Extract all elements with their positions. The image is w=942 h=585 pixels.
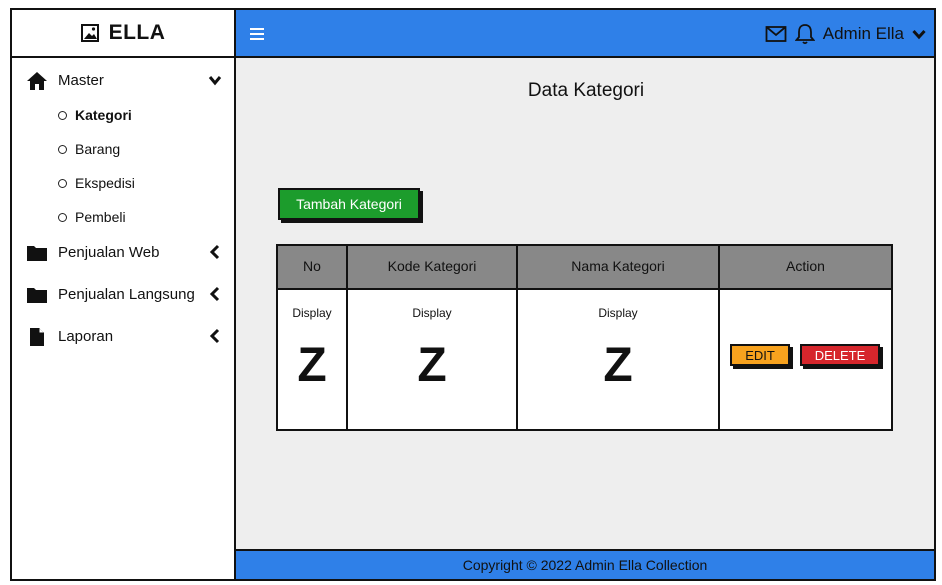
sidebar-nav: Master Kategori Barang Ekspedisi Pembeli xyxy=(12,68,234,350)
chevron-left-icon xyxy=(209,286,220,302)
cell-placeholder-text: Display xyxy=(412,306,452,320)
folder-icon xyxy=(27,246,47,261)
column-header: Nama Kategori xyxy=(571,258,665,274)
sidebar-subitem-pembeli[interactable]: Pembeli xyxy=(12,200,234,234)
sidebar-subitem-kategori[interactable]: Kategori xyxy=(12,98,234,132)
circle-icon xyxy=(58,110,67,120)
cell-placeholder-text: Display xyxy=(598,306,638,320)
edit-button[interactable]: EDIT xyxy=(730,344,790,366)
page-title: Data Kategori xyxy=(527,80,645,101)
top-bar: Admin Ella xyxy=(236,8,936,58)
main-content: Data Kategori Tambah Kategori No Display… xyxy=(236,58,936,549)
chevron-left-icon xyxy=(209,244,220,260)
sidebar-item-label: Laporan xyxy=(58,328,114,345)
column-header: Action xyxy=(786,258,825,274)
copyright-text: Copyright © 2022 Admin Ella Collection xyxy=(462,557,708,573)
cell-placeholder-big: Z xyxy=(603,339,633,392)
brand-title: ELLA xyxy=(108,21,166,44)
sidebar-item-penjualan-langsung[interactable]: Penjualan Langsung xyxy=(12,282,234,308)
top-bar-actions: Admin Ella xyxy=(765,20,926,48)
sidebar-item-label: Penjualan Langsung xyxy=(58,286,195,303)
circle-icon xyxy=(58,212,67,222)
sidebar-subitem-label: Barang xyxy=(75,141,121,157)
sidebar-item-label: Penjualan Web xyxy=(58,244,160,261)
sidebar-subitem-label: Ekspedisi xyxy=(75,175,135,191)
cell-placeholder-big: Z xyxy=(297,339,327,392)
chevron-down-icon xyxy=(208,76,222,86)
category-table: No Display Z Kode Kategori Display Z Nam… xyxy=(276,244,893,431)
table-column-no: No Display Z xyxy=(278,246,348,429)
table-column-nama-kategori: Nama Kategori Display Z xyxy=(518,246,720,429)
table-column-kode-kategori: Kode Kategori Display Z xyxy=(348,246,518,429)
circle-icon xyxy=(58,178,67,188)
chevron-left-icon xyxy=(209,328,220,344)
sidebar-subitem-ekspedisi[interactable]: Ekspedisi xyxy=(12,166,234,200)
sidebar-subitem-label: Pembeli xyxy=(75,209,126,225)
sidebar-item-laporan[interactable]: Laporan xyxy=(12,324,234,350)
home-icon xyxy=(27,72,47,90)
sidebar: ELLA Master Kategori Barang Ekspedisi Pe… xyxy=(10,8,236,581)
image-icon xyxy=(80,24,99,42)
column-header: Kode Kategori xyxy=(387,258,477,274)
add-category-button[interactable]: Tambah Kategori xyxy=(278,188,420,220)
sidebar-item-penjualan-web[interactable]: Penjualan Web xyxy=(12,240,234,266)
user-menu[interactable]: Admin Ella xyxy=(823,24,904,44)
sidebar-subitem-label: Kategori xyxy=(75,107,132,123)
hamburger-menu-icon[interactable] xyxy=(250,28,264,40)
bell-icon[interactable] xyxy=(794,23,815,45)
circle-icon xyxy=(58,144,67,154)
sidebar-subitem-barang[interactable]: Barang xyxy=(12,132,234,166)
cell-placeholder-big: Z xyxy=(417,339,447,392)
sidebar-item-label: Master xyxy=(58,72,104,89)
chevron-down-icon[interactable] xyxy=(912,28,926,40)
sidebar-item-master[interactable]: Master xyxy=(12,68,234,94)
folder-icon xyxy=(27,288,47,303)
cell-placeholder-text: Display xyxy=(292,306,332,320)
file-icon xyxy=(30,328,44,346)
delete-button[interactable]: DELETE xyxy=(800,344,880,366)
mail-icon[interactable] xyxy=(765,25,787,43)
table-column-action: Action EDIT DELETE xyxy=(720,246,891,429)
footer: Copyright © 2022 Admin Ella Collection xyxy=(236,549,936,581)
column-header: No xyxy=(303,258,321,274)
brand: ELLA xyxy=(12,10,234,58)
